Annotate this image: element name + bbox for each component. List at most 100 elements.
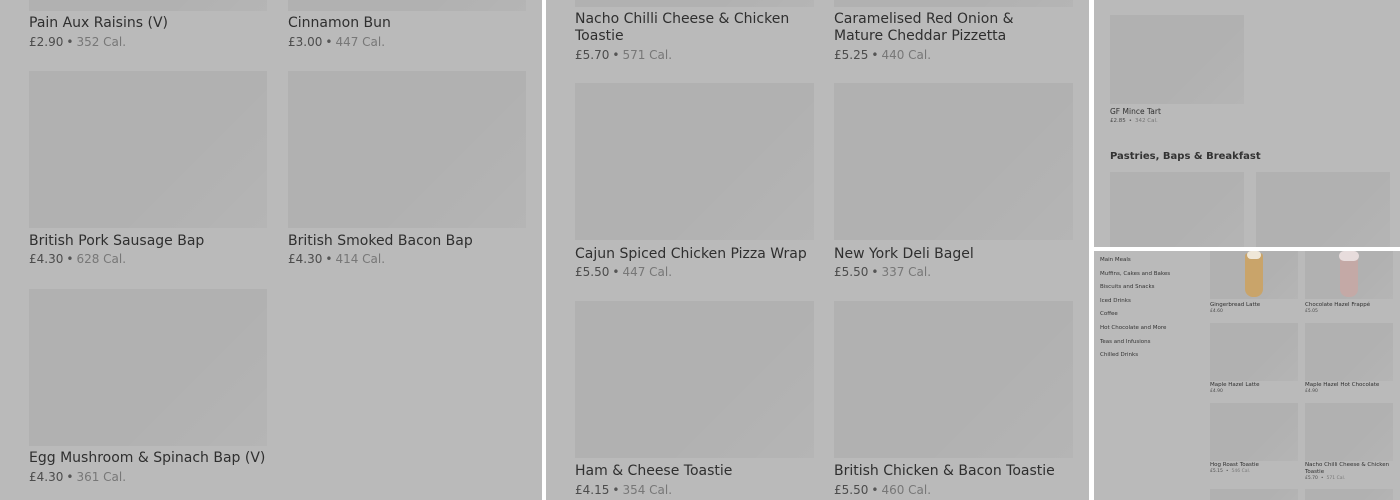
- item-calories: 546 Cal.: [1231, 469, 1251, 474]
- item-price: £4.15: [575, 483, 610, 497]
- nav-item-teas[interactable]: Teas and Infusions: [1100, 338, 1170, 352]
- item-calories: 628 Cal.: [76, 252, 127, 266]
- item-meta: £5.50 • 447 Cal.: [575, 265, 673, 279]
- item-image[interactable]: [575, 301, 814, 458]
- item-meta: £4.30 • 414 Cal.: [288, 252, 386, 266]
- frappe-cup-icon: [1340, 257, 1358, 297]
- item-meta: £4.30 • 361 Cal.: [29, 470, 127, 484]
- item-name[interactable]: British Chicken & Bacon Toastie: [834, 463, 1073, 480]
- item-name[interactable]: GF Mince Tart: [1110, 107, 1244, 116]
- item-image[interactable]: [1210, 251, 1298, 299]
- item-price: £3.00: [288, 35, 323, 49]
- item-image[interactable]: [1110, 15, 1244, 104]
- item-meta: £4.60: [1210, 309, 1223, 314]
- item-price: £4.30: [29, 252, 64, 266]
- item-image[interactable]: [1305, 489, 1393, 500]
- item-meta: £4.30 • 628 Cal.: [29, 252, 127, 266]
- item-name[interactable]: Egg Mushroom & Spinach Bap (V): [29, 450, 267, 467]
- item-meta: £3.00 • 447 Cal.: [288, 35, 386, 49]
- item-meta: £5.05: [1305, 309, 1318, 314]
- menu-panel-4: Main Meals Muffins, Cakes and Bakes Bisc…: [1094, 251, 1400, 500]
- item-image[interactable]: [1210, 403, 1298, 461]
- item-name[interactable]: British Smoked Bacon Bap: [288, 233, 526, 250]
- item-image[interactable]: [1210, 323, 1298, 381]
- latte-cup-icon: [1245, 253, 1263, 297]
- item-meta: £4.90: [1210, 389, 1223, 394]
- nav-item-main-meals[interactable]: Main Meals: [1100, 256, 1170, 270]
- item-meta: £5.15 • 546 Cal.: [1210, 469, 1251, 474]
- item-image[interactable]: [575, 0, 814, 7]
- item-meta: £5.70 • 571 Cal.: [1305, 476, 1346, 481]
- item-meta: £5.50 • 337 Cal.: [834, 265, 932, 279]
- item-image[interactable]: [1305, 251, 1393, 299]
- item-name[interactable]: Nacho Chilli Cheese & Chicken Toastie: [1305, 462, 1393, 475]
- nav-item-hot-chocolate[interactable]: Hot Chocolate and More: [1100, 324, 1170, 338]
- item-calories: 571 Cal.: [622, 48, 673, 62]
- item-calories: 414 Cal.: [335, 252, 386, 266]
- item-price: £4.90: [1210, 389, 1223, 394]
- item-name[interactable]: Pain Aux Raisins (V): [29, 15, 267, 32]
- item-image[interactable]: [1305, 403, 1393, 461]
- item-price: £5.25: [834, 48, 869, 62]
- item-price: £5.15: [1210, 469, 1223, 474]
- item-name[interactable]: Chocolate Hazel Frappé: [1305, 302, 1393, 309]
- item-image[interactable]: [1110, 172, 1244, 247]
- item-image[interactable]: [29, 71, 267, 228]
- item-name[interactable]: New York Deli Bagel: [834, 246, 1073, 263]
- item-calories: 571 Cal.: [1326, 476, 1346, 481]
- item-name[interactable]: Cajun Spiced Chicken Pizza Wrap: [575, 246, 814, 263]
- item-image[interactable]: [1256, 172, 1390, 247]
- item-price: £5.05: [1305, 309, 1318, 314]
- item-image[interactable]: [834, 83, 1073, 240]
- nav-item-iced-drinks[interactable]: Iced Drinks: [1100, 297, 1170, 311]
- item-calories: 440 Cal.: [881, 48, 932, 62]
- item-name[interactable]: Nacho Chilli Cheese & Chicken Toastie: [575, 11, 805, 45]
- item-image[interactable]: [834, 301, 1073, 458]
- item-calories: 337 Cal.: [881, 265, 932, 279]
- nav-item-coffee[interactable]: Coffee: [1100, 310, 1170, 324]
- item-price: £4.90: [1305, 389, 1318, 394]
- item-name[interactable]: Cinnamon Bun: [288, 15, 526, 32]
- item-calories: 354 Cal.: [622, 483, 673, 497]
- nav-item-chilled-drinks[interactable]: Chilled Drinks: [1100, 351, 1170, 365]
- item-price: £2.90: [29, 35, 64, 49]
- item-price: £2.85: [1110, 118, 1126, 124]
- item-name[interactable]: Ham & Cheese Toastie: [575, 463, 814, 480]
- item-calories: 447 Cal.: [622, 265, 673, 279]
- item-image[interactable]: [1305, 323, 1393, 381]
- item-name[interactable]: Gingerbread Latte: [1210, 302, 1298, 309]
- item-name[interactable]: Caramelised Red Onion & Mature Cheddar P…: [834, 11, 1064, 45]
- item-calories: 361 Cal.: [76, 470, 127, 484]
- item-price: £5.50: [834, 265, 869, 279]
- item-image[interactable]: [288, 71, 526, 228]
- item-price: £5.50: [834, 483, 869, 497]
- item-name[interactable]: Maple Hazel Hot Chocolate: [1305, 382, 1393, 389]
- item-meta: £2.85 • 342 Cal.: [1110, 118, 1158, 124]
- cream-topping-icon: [1247, 251, 1261, 259]
- item-image[interactable]: [29, 0, 267, 11]
- nav-item-muffins[interactable]: Muffins, Cakes and Bakes: [1100, 270, 1170, 284]
- item-price: £5.50: [575, 265, 610, 279]
- item-image[interactable]: [834, 0, 1073, 7]
- item-calories: 342 Cal.: [1135, 118, 1158, 124]
- item-price: £4.60: [1210, 309, 1223, 314]
- item-meta: £2.90 • 352 Cal.: [29, 35, 127, 49]
- item-calories: 460 Cal.: [881, 483, 932, 497]
- item-calories: 352 Cal.: [76, 35, 127, 49]
- item-name[interactable]: Hog Roast Toastie: [1210, 462, 1298, 469]
- item-price: £5.70: [575, 48, 610, 62]
- item-image[interactable]: [575, 83, 814, 240]
- item-meta: £4.90: [1305, 389, 1318, 394]
- item-name[interactable]: British Pork Sausage Bap: [29, 233, 267, 250]
- section-heading: Pastries, Baps & Breakfast: [1110, 151, 1261, 162]
- item-price: £5.70: [1305, 476, 1318, 481]
- menu-panel-2: Nacho Chilli Cheese & Chicken Toastie £5…: [546, 0, 1089, 500]
- item-name[interactable]: Maple Hazel Latte: [1210, 382, 1298, 389]
- category-nav: Main Meals Muffins, Cakes and Bakes Bisc…: [1100, 256, 1170, 365]
- whipped-cream-icon: [1339, 251, 1359, 261]
- nav-item-biscuits[interactable]: Biscuits and Snacks: [1100, 283, 1170, 297]
- item-image[interactable]: [29, 289, 267, 446]
- item-image[interactable]: [1210, 489, 1298, 500]
- item-meta: £5.50 • 460 Cal.: [834, 483, 932, 497]
- item-image[interactable]: [288, 0, 526, 11]
